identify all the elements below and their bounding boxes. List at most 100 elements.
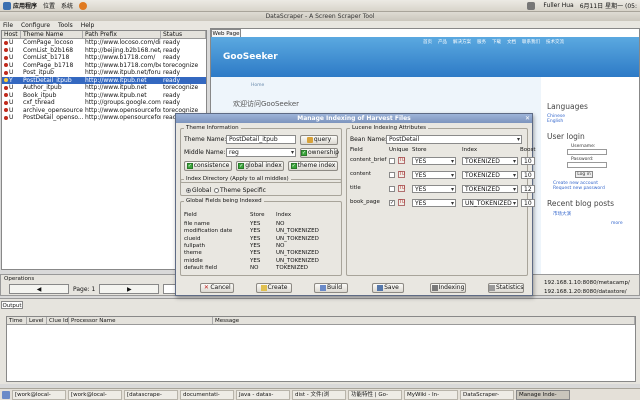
dialog-title[interactable]: Manage Indexing of Harvest Files — [176, 114, 532, 123]
boost-input[interactable]: 12 — [521, 185, 535, 193]
index-select[interactable]: TOKENIZED — [462, 171, 518, 179]
request-password-link[interactable]: Request new password — [553, 186, 639, 191]
lang-english-link[interactable]: English — [547, 119, 639, 124]
unique-checkbox[interactable] — [389, 186, 395, 192]
taskbar-item[interactable]: documentati- — [180, 389, 234, 400]
boost-input[interactable]: 10 — [521, 157, 535, 165]
theme-row[interactable]: U ComPage_locoso http://www.locoso.com/di.… — [2, 39, 206, 47]
system-menu[interactable]: 系统 — [58, 1, 76, 10]
theme-name-input[interactable]: PostDetail_itpub — [226, 135, 296, 144]
login-button[interactable]: Log in — [575, 171, 593, 178]
taskbar-item[interactable]: 功能特性 | Go- — [348, 389, 402, 400]
prev-page-button[interactable]: ◀ — [9, 284, 69, 294]
create-button[interactable]: Create — [256, 283, 292, 293]
col-processor-name[interactable]: Processor Name — [69, 317, 213, 324]
places-menu[interactable]: 位置 — [40, 1, 58, 10]
col-theme-name[interactable]: Theme Name — [21, 31, 83, 38]
more-link[interactable]: more — [611, 221, 639, 226]
theme-row[interactable]: U ComList_b2b168 http://beijing.b2b168.net… — [2, 47, 206, 55]
ownership-button[interactable]: ✓ ownership — [300, 148, 339, 158]
tray-icon[interactable] — [524, 1, 540, 10]
cancel-button[interactable]: ✕Cancel — [200, 283, 234, 293]
clock[interactable]: 6月11日 星期一 (05: — [577, 1, 640, 10]
site-nav-item[interactable]: 产品 — [438, 39, 447, 45]
middle-name-select[interactable]: reg — [226, 148, 296, 157]
site-logo[interactable]: GooSeeker — [223, 52, 278, 62]
col-level[interactable]: Level — [27, 317, 47, 324]
site-nav-item[interactable]: 文档 — [507, 39, 516, 45]
col-message[interactable]: Message — [213, 317, 635, 324]
site-nav-item[interactable]: 下载 — [492, 39, 501, 45]
taskbar-item[interactable]: [work@local- — [68, 389, 122, 400]
global-radio[interactable]: Global — [186, 187, 211, 194]
site-nav-item[interactable]: 联系我们 — [522, 39, 540, 45]
index-select[interactable]: TOKENIZED — [462, 185, 518, 193]
theme-row[interactable]: U Author_itpub http://www.itpub.net torecog… — [2, 84, 206, 92]
theme-row[interactable]: Y PostDetail_itpub http://www.itpub.net rea… — [2, 76, 206, 84]
site-nav-item[interactable]: 服务 — [477, 39, 486, 45]
site-nav-item[interactable]: 技术交流 — [546, 39, 564, 45]
theme-row[interactable]: UComPage_b1718 http://www.b1718.com/beij.… — [2, 62, 206, 70]
close-icon[interactable]: ✕ — [524, 115, 531, 122]
col-host[interactable]: Host — [2, 31, 21, 38]
output-tab[interactable]: Output — [1, 301, 23, 309]
index-select[interactable]: UN_TOKENIZED — [462, 199, 518, 207]
col-path-prefix[interactable]: Path Prefix — [83, 31, 161, 38]
apps-menu[interactable]: 应用程序 — [0, 1, 40, 11]
store-select[interactable]: YES — [412, 185, 456, 193]
launcher-icon[interactable] — [76, 1, 92, 10]
build-button[interactable]: Build — [314, 283, 348, 293]
unique-checkbox[interactable]: ✓ — [389, 200, 395, 206]
menu-configure[interactable]: Configure — [18, 22, 53, 29]
theme-specific-radio[interactable]: Theme Specific — [214, 187, 266, 194]
password-input[interactable] — [567, 162, 607, 168]
next-page-button[interactable]: ▶ — [99, 284, 160, 294]
site-nav-item[interactable]: 解决方案 — [453, 39, 471, 45]
store-select[interactable]: YES — [412, 199, 456, 207]
menu-file[interactable]: File — [0, 22, 16, 29]
boost-input[interactable]: 10 — [521, 171, 535, 179]
query-button[interactable]: query — [300, 135, 338, 145]
taskbar-item[interactable]: Manage Inde- — [516, 389, 570, 400]
site-breadcrumb[interactable]: Home — [251, 83, 264, 88]
taskbar-item[interactable]: MyWiki - In- — [404, 389, 458, 400]
consistence-button[interactable]: ✓ consistence — [184, 161, 232, 171]
menu-tools[interactable]: Tools — [55, 22, 76, 29]
save-button[interactable]: Save — [372, 283, 404, 293]
taskbar-item[interactable]: [work@local- — [12, 389, 66, 400]
unique-checkbox[interactable] — [389, 158, 395, 164]
col-status[interactable]: Status — [161, 31, 206, 38]
menu-help[interactable]: Help — [78, 22, 98, 29]
user-name[interactable]: Fuller Hua — [540, 2, 576, 9]
indexing-button[interactable]: Indexing — [430, 283, 466, 293]
username-input[interactable] — [567, 149, 607, 155]
statistics-button[interactable]: Statistics — [488, 283, 524, 293]
global-index-button[interactable]: ✓ global index — [236, 161, 284, 171]
datastore-url[interactable]: 192.168.1.20:8080/datastore/ — [544, 288, 630, 297]
taskbar-item[interactable]: Java - datas- — [236, 389, 290, 400]
theme-row[interactable]: Ucxf_thread http://groups.google.com/... r… — [2, 99, 206, 107]
col-clue-id[interactable]: Clue Id — [47, 317, 69, 324]
taskbar-item[interactable]: dist - 文件(浏 — [292, 389, 346, 400]
index-select[interactable]: TOKENIZED — [462, 157, 518, 165]
unique-checkbox[interactable] — [389, 172, 395, 178]
taskbar-item[interactable]: DataScraper- — [460, 389, 514, 400]
bean-name-select[interactable]: PostDetail — [386, 135, 522, 144]
boost-input[interactable]: 10 — [521, 199, 535, 207]
show-desktop-icon[interactable] — [2, 390, 10, 399]
col-time[interactable]: Time — [7, 317, 27, 324]
theme-name-cell: PostDetail_openso... — [23, 114, 83, 121]
recent-post-link[interactable]: 市场大演 — [553, 211, 639, 217]
theme-index-button[interactable]: ✓ theme index — [288, 161, 338, 171]
theme-row[interactable]: U Book_itpub http://www.itpub.net ready — [2, 92, 206, 100]
store-select[interactable]: YES — [412, 171, 456, 179]
site-nav-item[interactable]: 首页 — [423, 39, 432, 45]
store-select[interactable]: YES — [412, 157, 456, 165]
taskbar-item[interactable]: [datascrape- — [124, 389, 178, 400]
metacamp-url[interactable]: 192.168.1.10:8080/metacamp/ — [544, 279, 630, 288]
theme-row[interactable]: U ComList_b1718 http://www.b1718.com/ready — [2, 54, 206, 62]
global-field-cell: theme — [184, 250, 202, 257]
theme-row[interactable]: U Post_itpub http://www.itpub.net/foru... r… — [2, 69, 206, 77]
web-page-tab[interactable]: Web Page — [211, 29, 241, 37]
window-titlebar[interactable]: DataScraper - A Screen Scraper Tool — [0, 12, 640, 21]
